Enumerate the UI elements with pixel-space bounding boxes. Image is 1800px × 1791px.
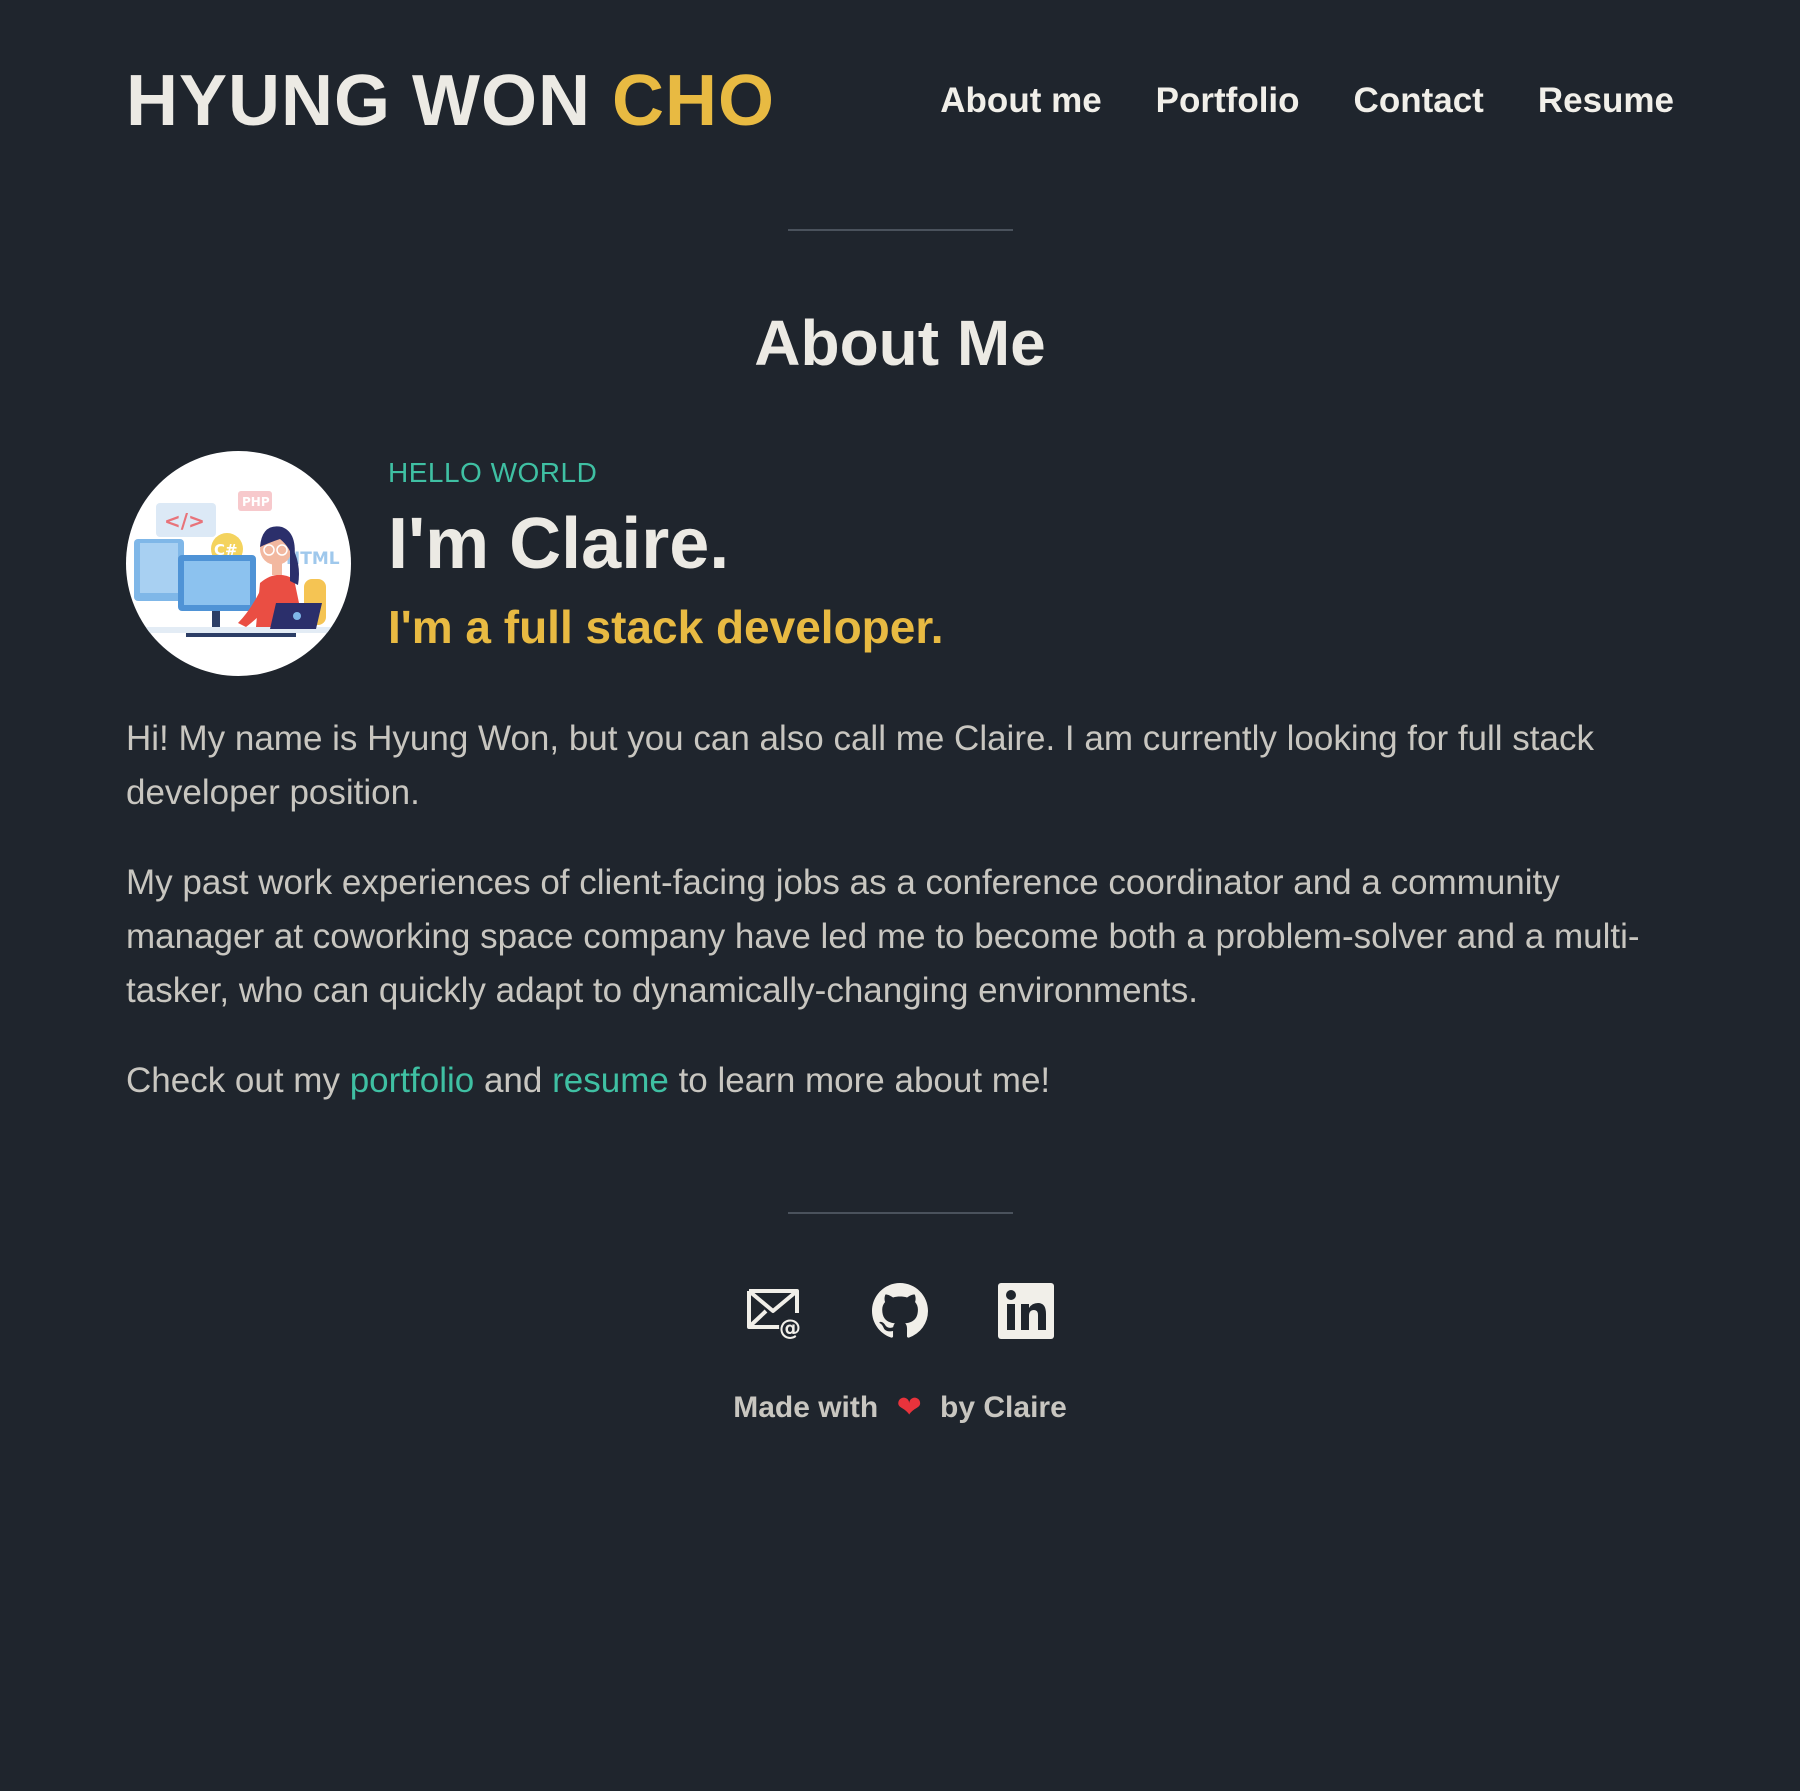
portfolio-link[interactable]: portfolio xyxy=(350,1061,475,1100)
github-link[interactable] xyxy=(872,1283,928,1339)
footer: Made with ❤ by Claire xyxy=(0,1390,1800,1425)
email-link[interactable]: @ xyxy=(746,1283,802,1339)
logo-last-name: CHO xyxy=(612,61,775,141)
github-icon xyxy=(872,1283,928,1338)
main-nav: About me Portfolio Contact Resume xyxy=(940,81,1674,121)
greeting-heading: I'm Claire. xyxy=(388,503,730,584)
site-logo[interactable]: HYUNG WON CHO xyxy=(126,65,775,137)
developer-illustration: </> PHP C# HTML xyxy=(134,491,340,637)
nav-about-me[interactable]: About me xyxy=(940,81,1101,121)
linkedin-link[interactable] xyxy=(998,1283,1054,1339)
heart-icon: ❤ xyxy=(896,1391,922,1424)
resume-link[interactable]: resume xyxy=(552,1061,669,1100)
cta-middle: and xyxy=(483,1061,543,1100)
bio-cta: Check out my portfolio and resume to lea… xyxy=(126,1054,1686,1108)
cta-prefix: Check out my xyxy=(126,1061,340,1100)
cta-suffix: to learn more about me! xyxy=(678,1061,1051,1100)
nav-portfolio[interactable]: Portfolio xyxy=(1156,81,1300,121)
linkedin-icon xyxy=(998,1283,1054,1339)
section-title: About Me xyxy=(754,307,1046,379)
bottom-divider xyxy=(788,1212,1013,1214)
nav-resume[interactable]: Resume xyxy=(1538,81,1674,121)
nav-contact[interactable]: Contact xyxy=(1354,81,1484,121)
avatar: </> PHP C# HTML xyxy=(126,451,351,676)
site-header: HYUNG WON CHO About me Portfolio Contact… xyxy=(126,56,1674,146)
hello-world-label: HELLO WORLD xyxy=(388,457,598,488)
bio-paragraph-2: My past work experiences of client-facin… xyxy=(126,863,1640,1010)
code-label: </> xyxy=(164,509,205,533)
intro-block: HELLO WORLD I'm Claire. I'm a full stack… xyxy=(388,456,944,652)
bio-text: Hi! My name is Hyung Won, but you can al… xyxy=(126,712,1686,1144)
bio-paragraph-1: Hi! My name is Hyung Won, but you can al… xyxy=(126,719,1594,812)
top-divider xyxy=(788,229,1013,231)
social-links: @ xyxy=(0,1283,1800,1339)
footer-prefix: Made with xyxy=(733,1391,879,1424)
email-icon: @ xyxy=(747,1289,801,1339)
svg-text:@: @ xyxy=(779,1316,801,1339)
role-subheading: I'm a full stack developer. xyxy=(388,600,944,653)
php-label: PHP xyxy=(242,495,270,509)
footer-suffix: by Claire xyxy=(940,1391,1067,1424)
logo-first-name: HYUNG WON xyxy=(126,61,591,141)
